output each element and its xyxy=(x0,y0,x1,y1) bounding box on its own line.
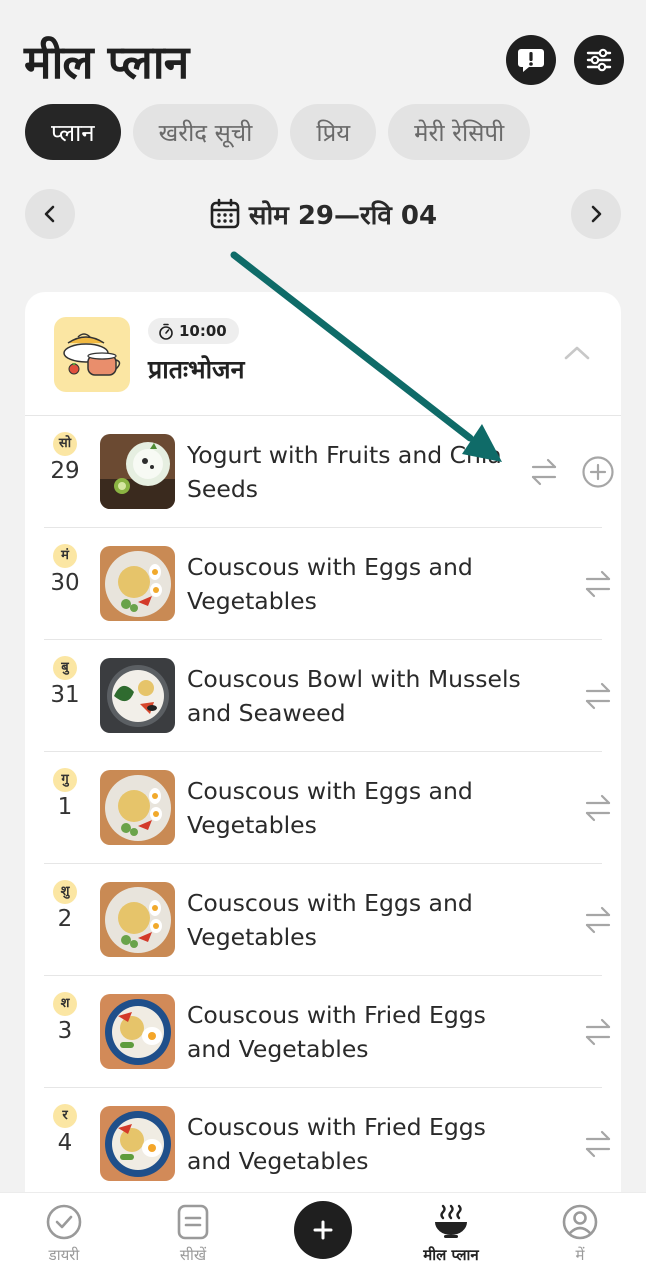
nav-meal-plan-label: मील प्लान xyxy=(423,1246,479,1264)
tab-my-recipes[interactable]: मेरी रेसिपी xyxy=(388,104,531,160)
nav-me[interactable]: में xyxy=(530,1203,630,1265)
swap-button[interactable] xyxy=(580,678,616,714)
swap-button[interactable] xyxy=(580,1014,616,1050)
weekday-badge: गु xyxy=(53,768,77,792)
breakfast-illustration xyxy=(54,317,130,392)
weekday-badge: र xyxy=(53,1104,77,1128)
swap-icon xyxy=(585,1130,611,1158)
dish-name: Couscous with Eggs and Vegetables xyxy=(187,777,473,839)
add-dish-button[interactable] xyxy=(580,454,616,490)
date-number: 2 xyxy=(57,906,73,932)
swap-icon xyxy=(585,1018,611,1046)
swap-icon xyxy=(585,906,611,934)
calendar-icon xyxy=(210,198,240,229)
day-label: मं 30 xyxy=(44,544,86,596)
swap-button[interactable] xyxy=(580,566,616,602)
list-item[interactable]: र 4 Couscous with Fried Eggs and Vegetab… xyxy=(44,1088,611,1200)
tab-shopping-list[interactable]: खरीद सूची xyxy=(132,104,279,160)
day-label: बु 31 xyxy=(44,656,86,708)
swap-button[interactable] xyxy=(580,902,616,938)
day-label: र 4 xyxy=(44,1104,86,1156)
alert-icon xyxy=(518,49,544,72)
steaming-bowl-icon xyxy=(435,1204,467,1238)
chevron-up-icon[interactable] xyxy=(563,344,591,362)
list-item[interactable]: मं 30 Couscous with Eggs and Vegetables xyxy=(44,528,611,640)
sliders-icon xyxy=(586,48,612,72)
plus-circle-icon xyxy=(582,456,614,488)
plus-icon xyxy=(313,1220,333,1240)
list-item[interactable]: श 3 Couscous with Fried Eggs and Vegetab… xyxy=(44,976,611,1088)
chevron-right-icon xyxy=(591,205,602,223)
bottom-nav: डायरी सीखें मील प्लान में xyxy=(0,1192,646,1280)
day-label: गु 1 xyxy=(44,768,86,820)
date-number: 3 xyxy=(57,1018,73,1044)
dish-name: Couscous with Eggs and Vegetables xyxy=(187,889,473,951)
weekday-badge: शु xyxy=(53,880,77,904)
nav-diary[interactable]: डायरी xyxy=(14,1203,114,1265)
nav-me-label: में xyxy=(575,1246,585,1264)
dish-image xyxy=(100,994,175,1069)
nav-learn[interactable]: सीखें xyxy=(143,1203,243,1265)
dish-image xyxy=(100,434,175,509)
alert-button[interactable] xyxy=(506,35,556,85)
dish-image xyxy=(100,546,175,621)
swap-button[interactable] xyxy=(526,454,562,490)
tab-favorites[interactable]: प्रिय xyxy=(290,104,377,160)
weekday-badge: मं xyxy=(53,544,77,568)
book-icon xyxy=(177,1204,209,1240)
meal-header[interactable]: 10:00 प्रातःभोजन xyxy=(25,292,621,416)
dish-image xyxy=(100,658,175,733)
day-label: श 3 xyxy=(44,992,86,1044)
swap-button[interactable] xyxy=(580,1126,616,1162)
dish-name: Yogurt with Fruits and Chia Seeds xyxy=(187,441,502,503)
list-item[interactable]: गु 1 Couscous with Eggs and Vegetables xyxy=(44,752,611,864)
date-number: 30 xyxy=(50,570,80,596)
check-circle-icon xyxy=(46,1204,82,1240)
swap-icon xyxy=(585,682,611,710)
weekday-badge: बु xyxy=(53,656,77,680)
day-label: सो 29 xyxy=(44,432,86,484)
swap-icon xyxy=(531,458,557,486)
nav-diary-label: डायरी xyxy=(48,1246,80,1264)
list-item[interactable]: शु 2 Couscous with Eggs and Vegetables xyxy=(44,864,611,976)
nav-meal-plan[interactable]: मील प्लान xyxy=(401,1203,501,1265)
week-range: सोम 29—रवि 04 xyxy=(248,201,438,231)
dish-image xyxy=(100,1106,175,1181)
tab-bar: प्लान खरीद सूची प्रिय मेरी रेसिपी xyxy=(25,104,531,160)
list-item[interactable]: सो 29 Yogurt with Fruits and Chia Seeds xyxy=(44,416,614,528)
date-number: 4 xyxy=(57,1130,73,1156)
stopwatch-icon xyxy=(159,323,173,340)
profile-icon xyxy=(562,1204,598,1240)
meal-card: 10:00 प्रातःभोजन सो 29 Yogurt with Fruit… xyxy=(25,292,621,1212)
meal-time: 10:00 xyxy=(179,322,227,340)
swap-icon xyxy=(585,794,611,822)
page-title: मील प्लान xyxy=(24,35,189,89)
day-label: शु 2 xyxy=(44,880,86,932)
dish-name: Couscous with Eggs and Vegetables xyxy=(187,553,473,615)
dish-image xyxy=(100,770,175,845)
dish-name: Couscous with Fried Eggs and Vegetables xyxy=(187,1001,486,1063)
swap-icon xyxy=(585,570,611,598)
weekday-badge: सो xyxy=(53,432,77,456)
weekday-badge: श xyxy=(53,992,77,1016)
week-selector[interactable]: सोम 29—रवि 04 xyxy=(0,194,646,234)
dish-name: Couscous Bowl with Mussels and Seaweed xyxy=(187,665,521,727)
nav-learn-label: सीखें xyxy=(179,1246,207,1264)
meal-time-chip: 10:00 xyxy=(148,318,239,344)
meal-name: प्रातःभोजन xyxy=(148,355,245,384)
meal-plan-screen: मील प्लान प्लान खरीद सूची प्रिय मेरी रेस… xyxy=(0,0,646,1280)
date-number: 1 xyxy=(57,794,73,820)
add-button[interactable] xyxy=(294,1201,352,1259)
list-item[interactable]: बु 31 Couscous Bowl with Mussels and Sea… xyxy=(44,640,611,752)
date-number: 29 xyxy=(50,458,80,484)
filter-button[interactable] xyxy=(574,35,624,85)
next-week-button[interactable] xyxy=(571,189,621,239)
tab-plan[interactable]: प्लान xyxy=(25,104,121,160)
dish-image xyxy=(100,882,175,957)
dish-name: Couscous with Fried Eggs and Vegetables xyxy=(187,1113,486,1175)
swap-button[interactable] xyxy=(580,790,616,826)
date-number: 31 xyxy=(50,682,80,708)
